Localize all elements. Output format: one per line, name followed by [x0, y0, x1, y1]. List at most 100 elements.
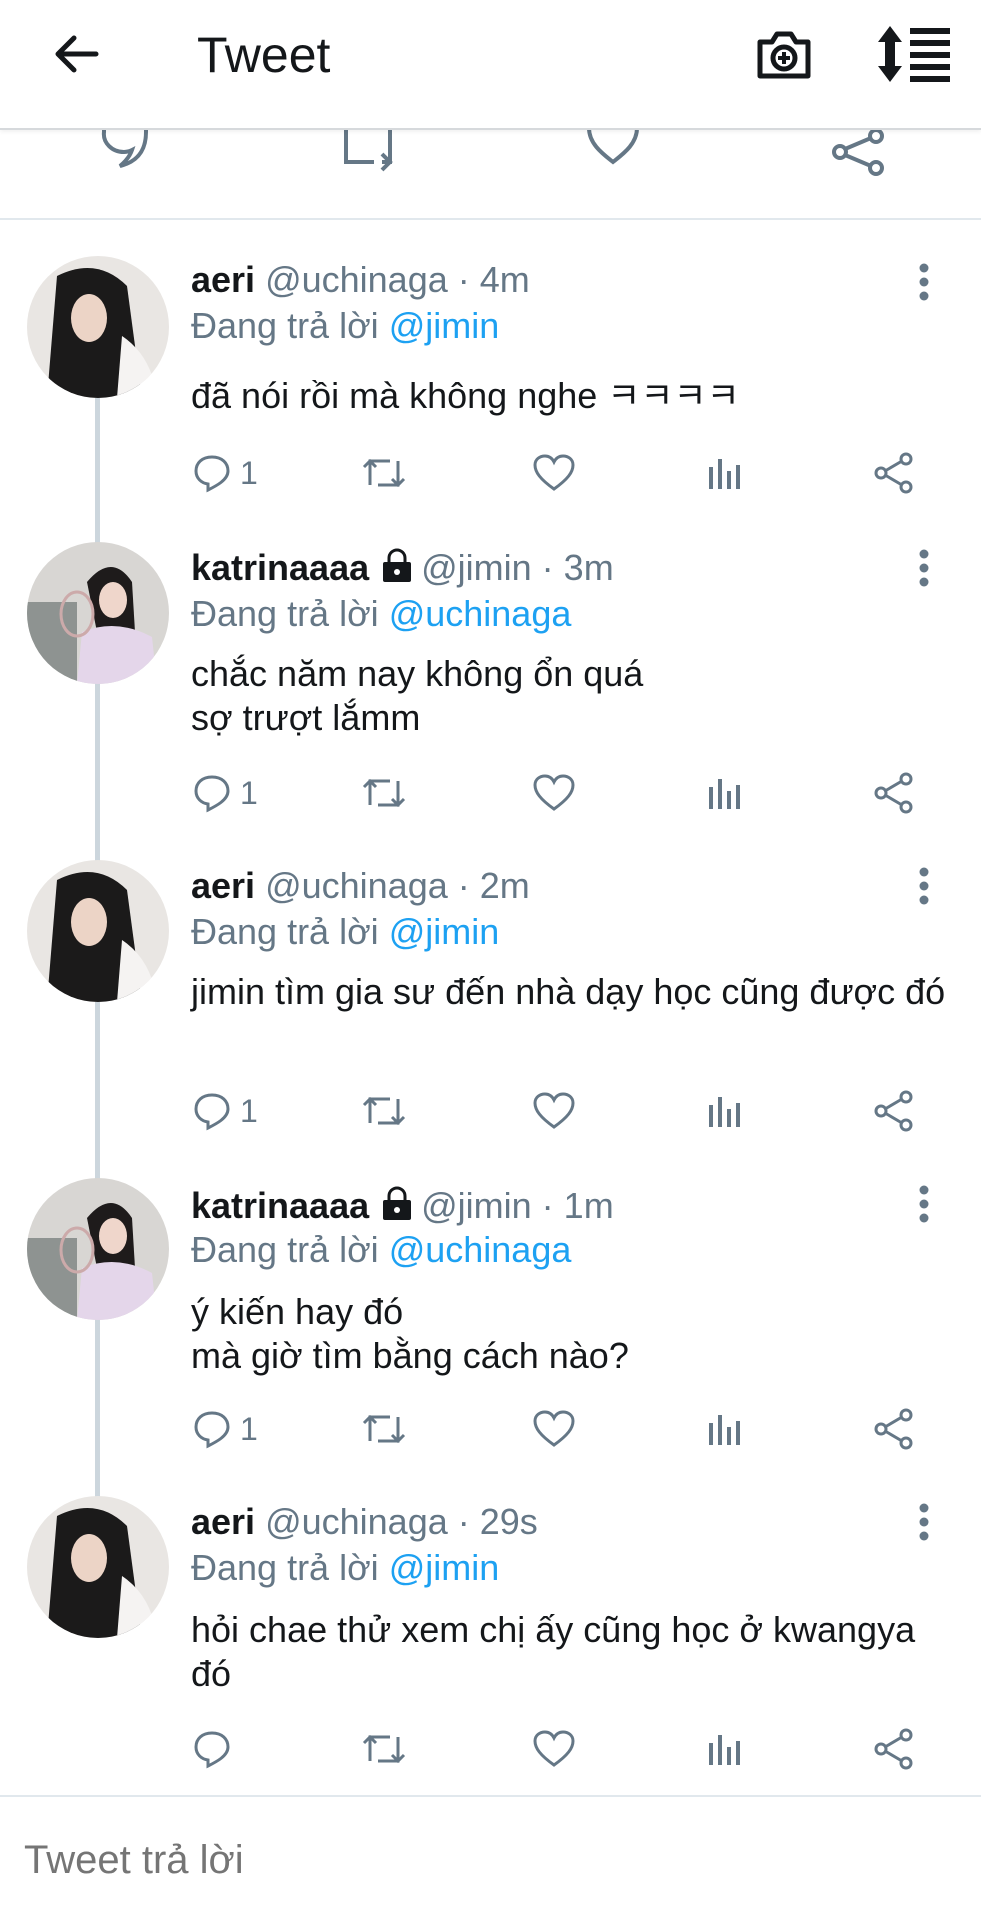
thread-line [95, 682, 100, 862]
mention-link[interactable]: @uchinaga [389, 593, 572, 634]
retweet-icon [362, 1734, 406, 1764]
reply-composer [0, 1795, 981, 1922]
reply-icon [194, 1731, 230, 1769]
reply-icon [194, 455, 230, 493]
camera-add-icon[interactable] [752, 22, 816, 86]
reply-button[interactable]: 1 [192, 1086, 258, 1136]
reply-icon[interactable] [94, 128, 154, 184]
arrow-left-icon[interactable] [46, 26, 106, 86]
analytics-button[interactable] [704, 768, 744, 818]
avatar[interactable] [27, 256, 169, 398]
top-bar: Tweet [0, 0, 981, 130]
replying-to: Đang trả lời @uchinaga [191, 1228, 571, 1272]
share-button[interactable] [872, 1724, 916, 1774]
mention-link[interactable]: @jimin [389, 305, 500, 346]
display-name[interactable]: katrinaaaa [191, 547, 369, 588]
avatar[interactable] [27, 860, 169, 1002]
display-name[interactable]: katrinaaaa [191, 1185, 369, 1226]
analytics-button[interactable] [704, 1404, 744, 1454]
share-icon [874, 1090, 913, 1132]
avatar[interactable] [27, 1178, 169, 1320]
lock-icon [383, 548, 412, 582]
more-options-icon[interactable] [912, 864, 936, 908]
tweet-body: đã nói rồi mà không nghe ㅋㅋㅋㅋ [191, 375, 740, 416]
like-icon [533, 1410, 575, 1447]
lock-icon [383, 1186, 412, 1220]
avatar[interactable] [27, 542, 169, 684]
tweet-header: katrinaaaa @jimin · 1m [191, 1184, 614, 1228]
like-button[interactable] [532, 1724, 576, 1774]
replying-label: Đang trả lời [191, 1547, 379, 1588]
retweet-button[interactable] [360, 768, 408, 818]
handle-time: @jimin · 3m [421, 547, 614, 588]
display-name[interactable]: aeri [191, 259, 255, 300]
like-icon[interactable] [583, 128, 643, 184]
page-title: Tweet [197, 27, 331, 83]
retweet-button[interactable] [360, 1404, 408, 1454]
reply-count: 1 [240, 774, 258, 811]
replying-to: Đang trả lời @jimin [191, 1546, 499, 1590]
retweet-icon[interactable] [338, 128, 398, 184]
share-icon[interactable] [828, 128, 888, 184]
more-options-icon[interactable] [912, 546, 936, 590]
retweet-icon [362, 1096, 406, 1126]
display-name[interactable]: aeri [191, 865, 255, 906]
reply-icon [194, 775, 230, 813]
more-options-icon[interactable] [912, 260, 936, 304]
share-button[interactable] [872, 448, 916, 498]
reply-button[interactable] [192, 1724, 232, 1774]
analytics-button[interactable] [704, 1724, 744, 1774]
replying-to: Đang trả lời @jimin [191, 910, 499, 954]
more-options-icon[interactable] [912, 1182, 936, 1226]
share-button[interactable] [872, 1404, 916, 1454]
parent-tweet-actions [0, 128, 981, 220]
like-button[interactable] [532, 1404, 576, 1454]
mention-link[interactable]: @jimin [389, 911, 500, 952]
reply-button[interactable]: 1 [192, 1404, 258, 1454]
tweet-header: aeri @uchinaga · 29s [191, 1500, 538, 1544]
like-button[interactable] [532, 1086, 576, 1136]
tweet-header: katrinaaaa @jimin · 3m [191, 546, 614, 590]
like-button[interactable] [532, 768, 576, 818]
handle-time: @uchinaga · 29s [265, 1501, 538, 1542]
tweet-body: hỏi chae thử xem chị ấy cũng học ở kwang… [191, 1609, 916, 1694]
thread-line [95, 396, 100, 552]
display-name[interactable]: aeri [191, 1501, 255, 1542]
handle-time: @jimin · 1m [421, 1185, 614, 1226]
reply-button[interactable]: 1 [192, 768, 258, 818]
analytics-icon [709, 1735, 740, 1765]
replying-label: Đang trả lời [191, 593, 379, 634]
sort-icon[interactable] [876, 22, 952, 86]
share-button[interactable] [872, 768, 916, 818]
reply-icon [194, 1093, 230, 1131]
replying-to: Đang trả lời @uchinaga [191, 592, 571, 636]
like-icon [533, 454, 575, 491]
analytics-icon [709, 779, 740, 809]
analytics-button[interactable] [704, 1086, 744, 1136]
analytics-icon [709, 1415, 740, 1445]
replying-to: Đang trả lời @jimin [191, 304, 499, 348]
retweet-button[interactable] [360, 1724, 408, 1774]
retweet-icon [362, 1414, 406, 1444]
like-icon [533, 1092, 575, 1129]
analytics-button[interactable] [704, 448, 744, 498]
reply-input[interactable] [22, 1837, 926, 1884]
mention-link[interactable]: @jimin [389, 1547, 500, 1588]
thread-line [95, 1000, 100, 1180]
retweet-button[interactable] [360, 448, 408, 498]
replying-label: Đang trả lời [191, 305, 379, 346]
avatar[interactable] [27, 1496, 169, 1638]
more-options-icon[interactable] [912, 1500, 936, 1544]
retweet-icon [362, 458, 406, 488]
tweet-body: chắc năm nay không ổn quá sợ trượt lắmm [191, 653, 644, 738]
mention-link[interactable]: @uchinaga [389, 1229, 572, 1270]
tweet-body: ý kiến hay đó mà giờ tìm bằng cách nào? [191, 1291, 629, 1376]
retweet-icon [362, 778, 406, 808]
reply-button[interactable]: 1 [192, 448, 258, 498]
thread-line [95, 1318, 100, 1498]
tweet-body: jimin tìm gia sư đến nhà dạy học cũng đư… [191, 971, 946, 1012]
retweet-button[interactable] [360, 1086, 408, 1136]
share-button[interactable] [872, 1086, 916, 1136]
like-button[interactable] [532, 448, 576, 498]
replying-label: Đang trả lời [191, 1229, 379, 1270]
